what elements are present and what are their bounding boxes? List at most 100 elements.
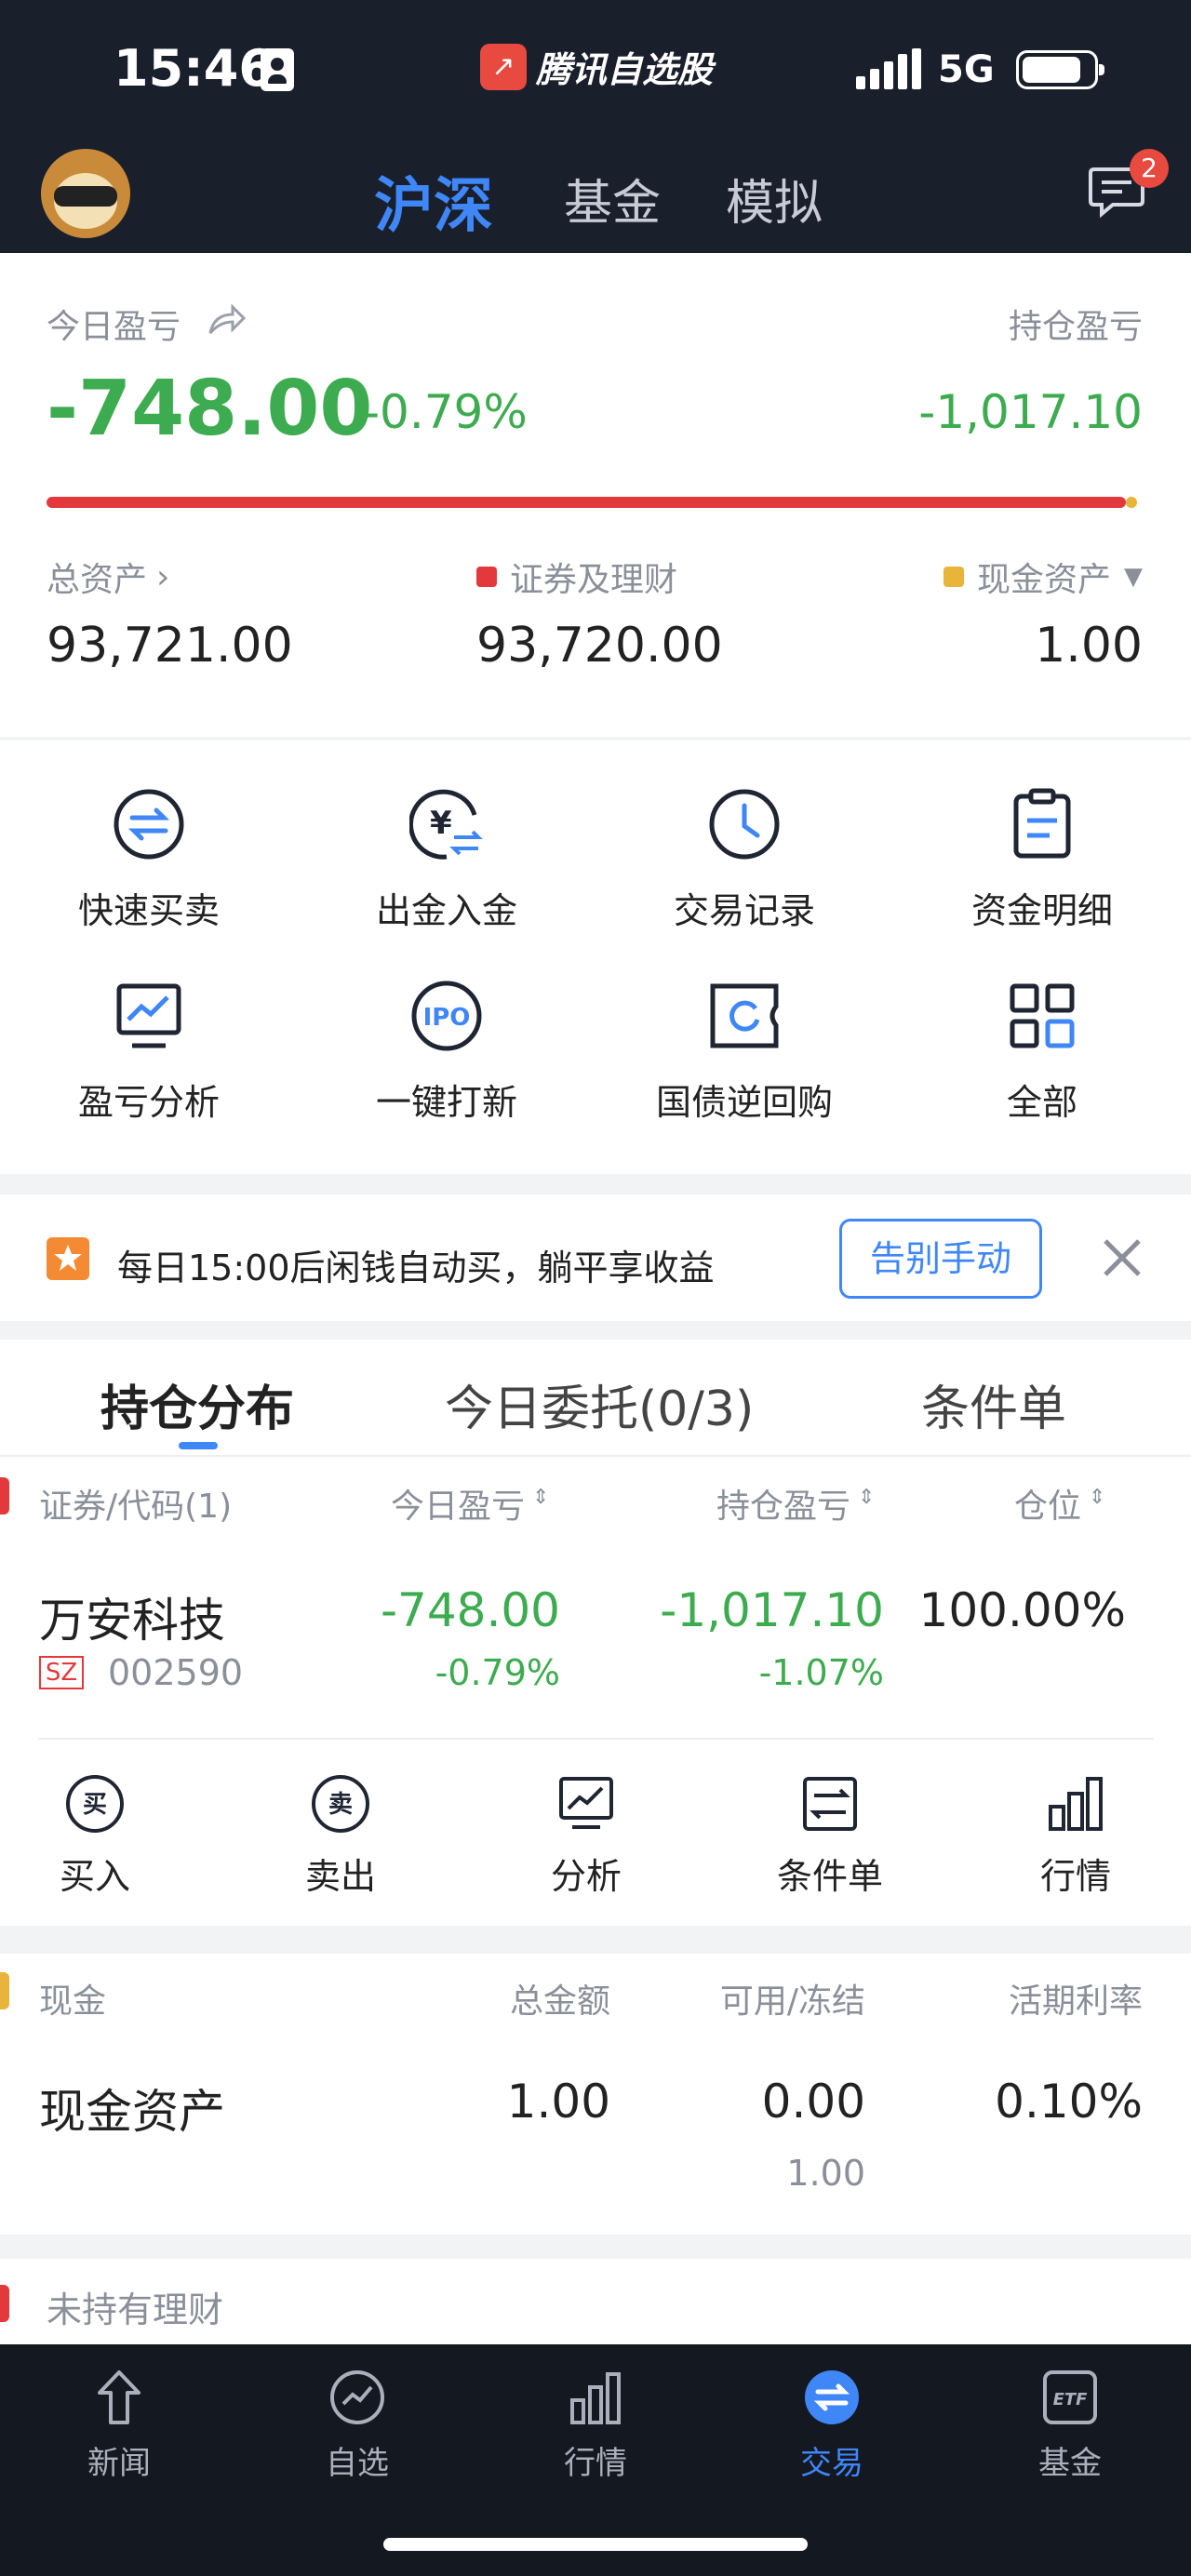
grid-icon — [1010, 983, 1075, 1048]
cash-total: 1.00 — [506, 2075, 610, 2129]
avatar-mask — [54, 186, 117, 207]
sell-icon: 卖 — [312, 1775, 369, 1833]
trade-icon — [805, 2370, 859, 2424]
clock-icon — [709, 789, 780, 860]
news-icon — [98, 2370, 141, 2424]
etf-icon: ETF — [1043, 2370, 1097, 2424]
avatar[interactable] — [41, 149, 130, 238]
reverse-repo-label: 国债逆回购 — [655, 1082, 833, 1123]
cash-dot-icon — [943, 567, 964, 587]
battery-icon — [1016, 50, 1104, 89]
nav-fund[interactable]: ETF 基金 — [996, 2369, 1144, 2483]
tab-simulate[interactable]: 模拟 — [726, 164, 823, 234]
banner-action-button[interactable]: 告别手动 — [839, 1219, 1042, 1299]
share-icon[interactable] — [207, 303, 246, 337]
nav-watchlist-label: 自选 — [326, 2445, 389, 2482]
status-app-indicator: ↗ 腾讯自选股 — [480, 41, 713, 92]
tab-fund[interactable]: 基金 — [564, 164, 661, 234]
total-assets-value: 93,721.00 — [47, 618, 293, 674]
watchlist-icon — [330, 2370, 384, 2424]
total-assets-link[interactable]: 总资产 › — [47, 553, 169, 601]
sell-glyph: 卖 — [328, 1791, 353, 1819]
sort-icon: ⇕ — [1089, 1486, 1106, 1509]
section-marker — [0, 2285, 9, 2322]
sort-position[interactable]: 仓位 ⇕ — [1014, 1479, 1105, 1528]
nav-watchlist[interactable]: 自选 — [283, 2369, 432, 2483]
sort-icon: ⇕ — [858, 1486, 876, 1509]
holdings-panel: 持仓分布 今日委托(0/3) 条件单 证券/代码(1) 今日盈亏 ⇕ 持仓盈亏 … — [0, 1340, 1191, 1926]
tab-hushen[interactable]: 沪深 — [374, 158, 493, 244]
analysis-icon — [559, 1777, 613, 1829]
market-quote-button[interactable]: 行情 — [1010, 1773, 1141, 1899]
nav-market-label: 行情 — [564, 2445, 627, 2482]
quick-trade-button[interactable]: 快速买卖 — [0, 787, 298, 933]
reverse-repo-button[interactable]: 国债逆回购 — [596, 979, 893, 1125]
analysis-button[interactable]: 分析 — [521, 1773, 651, 1899]
fund-details-button[interactable]: 资金明细 — [893, 787, 1191, 933]
signal-icon — [856, 48, 921, 89]
all-functions-button[interactable]: 全部 — [893, 979, 1191, 1125]
svg-text:¥: ¥ — [430, 805, 452, 842]
row-divider — [37, 1738, 1154, 1740]
network-label: 5G — [938, 48, 995, 91]
asset-ratio-bar — [47, 497, 1126, 508]
sort-today-pnl[interactable]: 今日盈亏 ⇕ — [391, 1479, 549, 1528]
quick-actions-grid: 快速买卖 ¥ 出金入金 交易记录 资金明细 盈亏分析 IPO 一键打新 国债逆回… — [0, 741, 1191, 1174]
svg-text:IPO: IPO — [423, 1004, 471, 1032]
column-today-pnl: 今日盈亏 — [391, 1488, 526, 1526]
yuan-transfer-icon: ¥ — [409, 789, 483, 860]
svg-text:ETF: ETF — [1053, 2390, 1089, 2409]
sort-hold-pnl[interactable]: 持仓盈亏 ⇕ — [716, 1479, 875, 1528]
market-icon — [1049, 1777, 1103, 1831]
cash-label: 现金资产 — [976, 561, 1111, 599]
swap-icon — [114, 789, 184, 860]
pnl-analysis-button[interactable]: 盈亏分析 — [0, 979, 298, 1125]
column-position: 仓位 — [1014, 1488, 1082, 1526]
tab-positions[interactable]: 持仓分布 — [100, 1369, 294, 1439]
app-logo-icon: ↗ — [480, 43, 527, 90]
cash-value: 1.00 — [1035, 618, 1143, 674]
cash-asset-name: 现金资产 — [39, 2085, 225, 2139]
chart-monitor-icon — [116, 983, 181, 1048]
cash-legend[interactable]: 现金资产 ▼ — [943, 553, 1143, 601]
column-total: 总金额 — [509, 1982, 610, 2021]
section-marker — [0, 1477, 9, 1515]
total-assets-label: 总资产 — [47, 561, 148, 599]
column-available: 可用/冻结 — [719, 1982, 865, 2021]
active-tab-indicator — [179, 1442, 218, 1449]
tab-conditional-orders[interactable]: 条件单 — [921, 1369, 1066, 1439]
caret-down-icon: ▼ — [1124, 563, 1143, 591]
close-icon[interactable] — [1100, 1235, 1144, 1280]
promo-banner: 每日15:00后闲钱自动买，躺平享收益 告别手动 — [0, 1195, 1191, 1321]
cash-available: 0.00 — [761, 2075, 865, 2129]
ipo-subscribe-label: 一键打新 — [375, 1082, 517, 1123]
trade-history-label: 交易记录 — [673, 890, 815, 931]
cash-rate: 0.10% — [995, 2075, 1143, 2129]
securities-value: 93,720.00 — [476, 618, 723, 674]
fund-details-label: 资金明细 — [970, 890, 1113, 931]
today-pnl-pct: -0.79% — [363, 385, 528, 439]
sort-icon: ⇕ — [532, 1486, 550, 1509]
tab-today-orders[interactable]: 今日委托(0/3) — [445, 1369, 754, 1439]
nav-market[interactable]: 行情 — [521, 2369, 670, 2483]
not-held-label: 未持有理财 — [47, 2289, 224, 2330]
message-badge: 2 — [1130, 149, 1169, 188]
condition-order-icon — [803, 1777, 857, 1831]
deposit-withdraw-button[interactable]: ¥ 出金入金 — [298, 787, 596, 933]
buy-label: 买入 — [59, 1856, 130, 1897]
today-pnl-label: 今日盈亏 — [47, 308, 181, 346]
sell-label: 卖出 — [304, 1856, 376, 1897]
nav-trade[interactable]: 交易 — [757, 2369, 906, 2483]
ipo-subscribe-button[interactable]: IPO 一键打新 — [298, 979, 596, 1125]
condition-order-button[interactable]: 条件单 — [765, 1773, 895, 1899]
securities-legend: 证券及理财 — [476, 553, 677, 601]
trade-history-button[interactable]: 交易记录 — [596, 787, 893, 933]
ipo-icon: IPO — [411, 981, 482, 1051]
today-pnl-value: -748.00 — [47, 365, 373, 453]
column-hold-pnl: 持仓盈亏 — [716, 1488, 851, 1526]
not-held-section[interactable]: 未持有理财 — [0, 2259, 1191, 2344]
nav-news[interactable]: 新闻 — [45, 2369, 194, 2483]
buy-button[interactable]: 买 买入 — [30, 1773, 160, 1899]
sell-button[interactable]: 卖 卖出 — [275, 1773, 406, 1899]
securities-label: 证券及理财 — [510, 561, 678, 599]
